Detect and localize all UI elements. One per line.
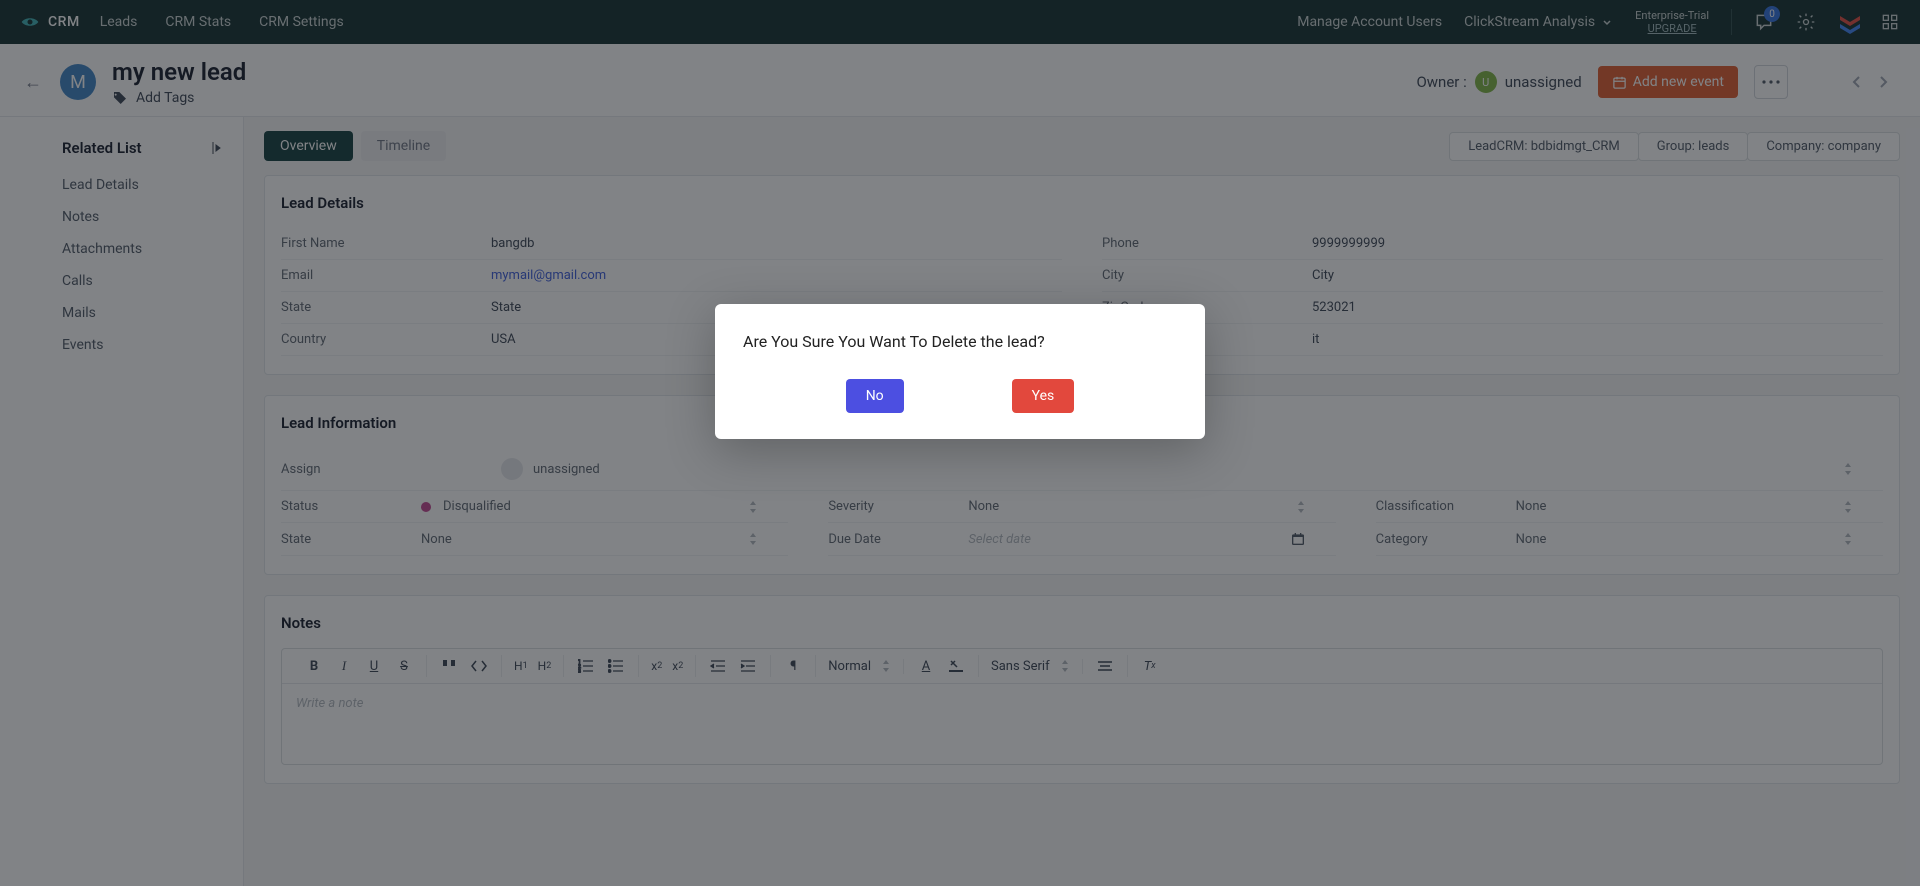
modal-yes-button[interactable]: Yes	[1012, 379, 1075, 413]
delete-confirm-modal: Are You Sure You Want To Delete the lead…	[715, 304, 1205, 439]
modal-overlay: Are You Sure You Want To Delete the lead…	[0, 0, 1920, 886]
modal-no-button[interactable]: No	[846, 379, 904, 413]
modal-message: Are You Sure You Want To Delete the lead…	[743, 332, 1177, 351]
